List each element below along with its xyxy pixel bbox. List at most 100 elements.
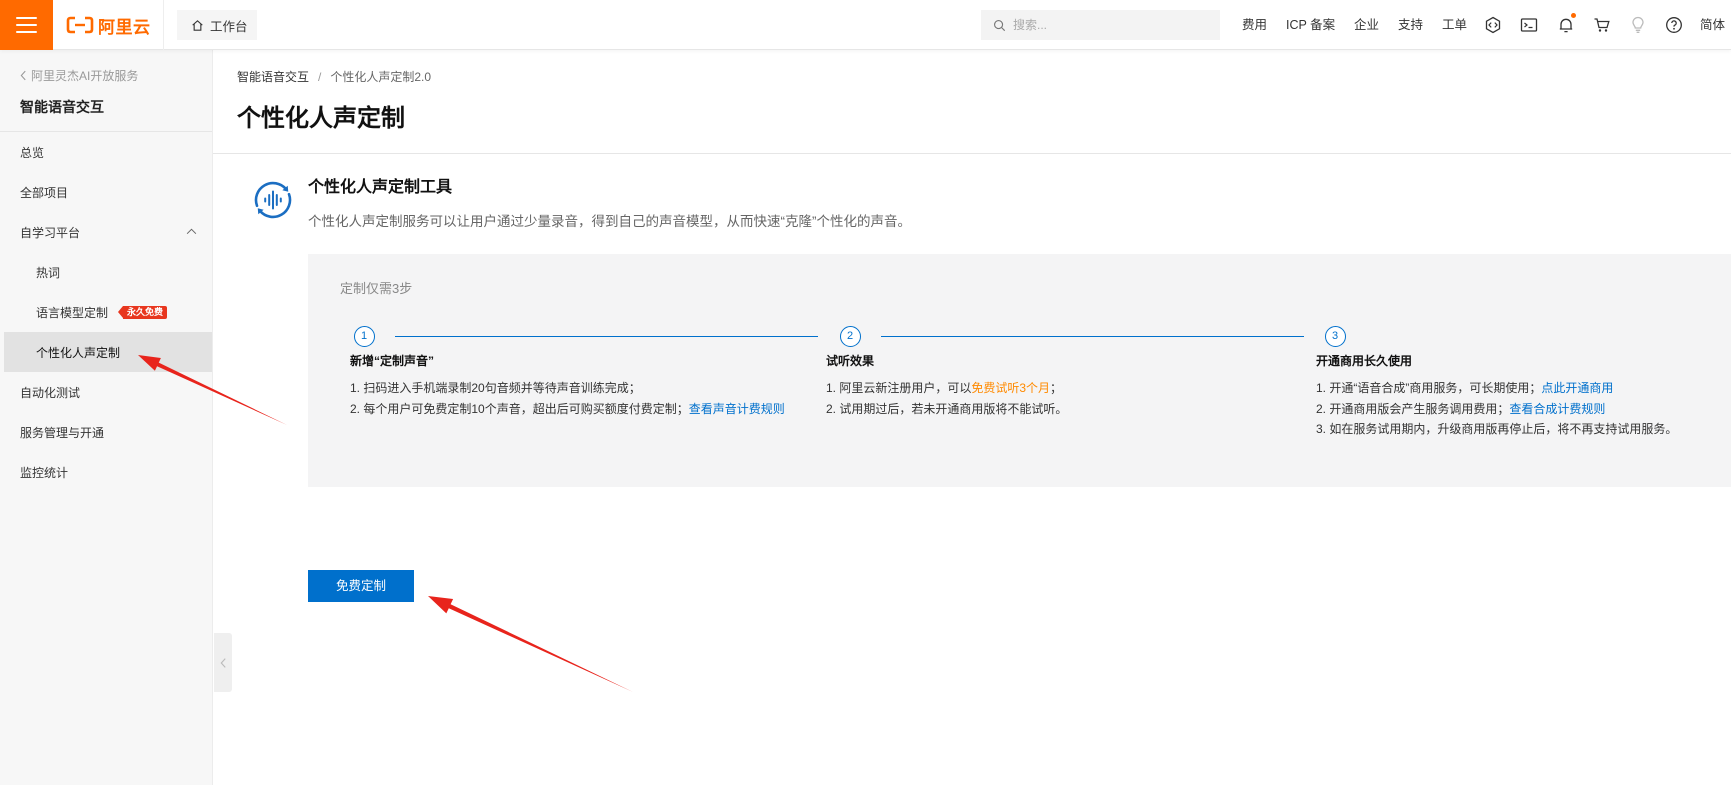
aliyun-logo[interactable]: 阿里云 bbox=[66, 0, 151, 50]
enable-commercial-link[interactable]: 点此开通商用 bbox=[1541, 381, 1613, 395]
voice-customization-icon bbox=[254, 181, 292, 219]
breadcrumb-separator: / bbox=[318, 70, 322, 84]
step-line: 2. 每个用户可免费定制10个声音，超出后可购买额度付费定制；查看声音计费规则 bbox=[350, 399, 785, 420]
sidebar-item-self-learning-platform[interactable]: 自学习平台 bbox=[4, 212, 212, 252]
synthesis-pricing-link[interactable]: 查看合成计费规则 bbox=[1509, 402, 1605, 416]
cart-icon-graphic bbox=[1594, 18, 1610, 32]
tool-title: 个性化人声定制工具 bbox=[308, 179, 453, 196]
code-icon[interactable] bbox=[1484, 16, 1502, 34]
workbench-button[interactable]: 工作台 bbox=[177, 10, 257, 40]
lightbulb-icon-graphic bbox=[1632, 16, 1644, 33]
free-customize-button[interactable]: 免费定制 bbox=[308, 570, 414, 602]
sidebar-item-label: 监控统计 bbox=[20, 465, 69, 480]
sidebar-item-language-model[interactable]: 语言模型定制 永久免费 bbox=[4, 292, 212, 332]
sidebar-item-label: 自动化测试 bbox=[20, 385, 81, 400]
steps-label: 定制仅需3步 bbox=[340, 281, 413, 296]
step-line: 1. 扫码进入手机端录制20句音频并等待声音训练完成； bbox=[350, 378, 785, 399]
lightbulb-icon[interactable] bbox=[1629, 16, 1647, 34]
code-icon-graphic bbox=[1485, 16, 1501, 34]
help-icon-graphic bbox=[1666, 17, 1682, 33]
sidebar-title: 智能语音交互 bbox=[20, 99, 104, 115]
hamburger-menu-button[interactable] bbox=[0, 0, 53, 50]
sidebar-item-label: 服务管理与开通 bbox=[20, 425, 105, 440]
notification-dot bbox=[1571, 13, 1576, 18]
sidebar-item-monitoring[interactable]: 监控统计 bbox=[4, 452, 212, 492]
step-number-2: 2 bbox=[839, 325, 861, 347]
back-link[interactable]: 阿里灵杰AI开放服务 bbox=[20, 67, 138, 83]
chevron-left-icon bbox=[220, 657, 226, 668]
step-line: 2. 开通商用版会产生服务调用费用；查看合成计费规则 bbox=[1316, 399, 1677, 420]
language-switch[interactable]: 简体 bbox=[1700, 0, 1725, 50]
aliyun-logo-icon bbox=[66, 16, 94, 34]
sidebar-item-label: 全部项目 bbox=[20, 185, 69, 200]
nav-icp-filing[interactable]: ICP 备案 bbox=[1286, 0, 1335, 50]
chevron-left-icon bbox=[20, 70, 26, 80]
sidebar-item-hotwords[interactable]: 热词 bbox=[4, 252, 212, 292]
bell-icon[interactable] bbox=[1557, 13, 1576, 34]
step-connector bbox=[395, 336, 818, 337]
steps-panel: 定制仅需3步 1 2 3 新增“定制声音” 1. 扫码进入手机端录制20句音频并… bbox=[308, 254, 1731, 487]
step-number-1: 1 bbox=[353, 325, 375, 347]
sidebar-item-label: 个性化人声定制 bbox=[36, 345, 121, 360]
step-1: 新增“定制声音” 1. 扫码进入手机端录制20句音频并等待声音训练完成； 2. … bbox=[350, 352, 785, 419]
sidebar-item-overview[interactable]: 总览 bbox=[4, 132, 212, 172]
page-title: 个性化人声定制 bbox=[237, 105, 405, 132]
free-forever-badge: 永久免费 bbox=[118, 305, 168, 319]
free-trial-highlight: 免费试听3个月 bbox=[971, 381, 1051, 395]
step-line-text: 2. 开通商用版会产生服务调用费用； bbox=[1316, 401, 1510, 416]
tool-description: 个性化人声定制服务可以让用户通过少量录音，得到自己的声音模型，从而快速“克隆”个… bbox=[308, 214, 911, 229]
step-3: 开通商用长久使用 1. 开通“语音合成”商用服务，可长期使用；点此开通商用 2.… bbox=[1316, 352, 1677, 440]
step-line: 3. 如在服务试用期内，升级商用版再停止后，将不再支持试用服务。 bbox=[1316, 419, 1677, 440]
step-line-text: 2. 试用期过后，若未开通商用版将不能试听。 bbox=[826, 401, 1068, 416]
home-icon bbox=[192, 19, 203, 31]
bell-icon-graphic bbox=[1559, 18, 1573, 33]
sidebar-item-automation-test[interactable]: 自动化测试 bbox=[4, 372, 212, 412]
step-title: 新增“定制声音” bbox=[350, 354, 435, 368]
nav-tickets[interactable]: 工单 bbox=[1442, 0, 1467, 50]
breadcrumb-item-speech[interactable]: 智能语音交互 bbox=[237, 70, 309, 84]
search-icon bbox=[994, 19, 1006, 31]
back-link-label: 阿里灵杰AI开放服务 bbox=[31, 68, 139, 83]
step-line-text: 1. 开通“语音合成”商用服务，可长期使用； bbox=[1316, 381, 1542, 395]
nav-billing[interactable]: 费用 bbox=[1242, 0, 1267, 50]
sidebar-item-all-projects[interactable]: 全部项目 bbox=[4, 172, 212, 212]
step-number-3: 3 bbox=[1324, 325, 1346, 347]
terminal-icon[interactable] bbox=[1520, 16, 1538, 34]
hamburger-line bbox=[16, 17, 37, 19]
hamburger-line bbox=[16, 31, 37, 33]
step-lines: 1. 扫码进入手机端录制20句音频并等待声音训练完成； 2. 每个用户可免费定制… bbox=[350, 378, 785, 419]
top-navigation-bar: 阿里云 工作台 费用 ICP 备案 企业 支持 工单 bbox=[0, 0, 1731, 50]
chevron-up-icon bbox=[186, 228, 197, 235]
sidebar-item-personalized-voice[interactable]: 个性化人声定制 bbox=[4, 332, 212, 372]
step-title: 试听效果 bbox=[826, 354, 875, 368]
topbar-divider bbox=[163, 0, 164, 50]
sidebar-item-service-management[interactable]: 服务管理与开通 bbox=[4, 412, 212, 452]
sidebar-item-label: 语言模型定制 bbox=[36, 305, 109, 320]
step-line: 1. 阿里云新注册用户，可以免费试听3个月； bbox=[826, 378, 1067, 399]
search-box[interactable] bbox=[981, 10, 1220, 40]
step-connector bbox=[881, 336, 1304, 337]
step-line: 2. 试用期过后，若未开通商用版将不能试听。 bbox=[826, 399, 1067, 420]
step-lines: 1. 阿里云新注册用户，可以免费试听3个月； 2. 试用期过后，若未开通商用版将… bbox=[826, 378, 1067, 419]
step-line: 1. 开通“语音合成”商用服务，可长期使用；点此开通商用 bbox=[1316, 378, 1677, 399]
nav-support[interactable]: 支持 bbox=[1398, 0, 1423, 50]
step-title: 开通商用长久使用 bbox=[1316, 354, 1413, 368]
annotation-arrow bbox=[428, 596, 633, 692]
nav-enterprise[interactable]: 企业 bbox=[1354, 0, 1379, 50]
sidebar-item-label: 总览 bbox=[20, 145, 45, 160]
workbench-label: 工作台 bbox=[210, 19, 248, 34]
step-line-text: 2. 每个用户可免费定制10个声音，超出后可购买额度付费定制； bbox=[350, 401, 689, 416]
terminal-icon-graphic bbox=[1520, 18, 1538, 32]
help-icon[interactable] bbox=[1665, 16, 1683, 34]
hamburger-line bbox=[16, 24, 37, 26]
breadcrumb: 智能语音交互 / 个性化人声定制2.0 bbox=[237, 69, 431, 85]
step-line-text: 1. 阿里云新注册用户，可以 bbox=[826, 381, 972, 395]
sidebar-collapse-handle[interactable] bbox=[214, 633, 232, 692]
cart-icon[interactable] bbox=[1593, 16, 1611, 34]
step-line-suffix: ； bbox=[1050, 381, 1063, 395]
sidebar-item-label: 自学习平台 bbox=[20, 225, 81, 240]
search-input[interactable] bbox=[1013, 18, 1203, 32]
title-divider bbox=[213, 153, 1731, 154]
voice-pricing-link[interactable]: 查看声音计费规则 bbox=[689, 402, 785, 416]
step-lines: 1. 开通“语音合成”商用服务，可长期使用；点此开通商用 2. 开通商用版会产生… bbox=[1316, 378, 1677, 440]
